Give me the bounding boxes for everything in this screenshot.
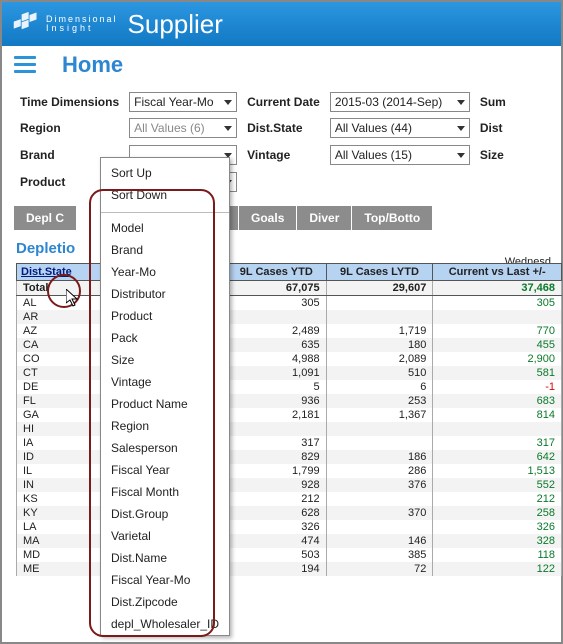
table-row[interactable]: MD503385118: [17, 548, 562, 562]
table-row[interactable]: AR: [17, 310, 562, 324]
table-row[interactable]: KY628370258: [17, 506, 562, 520]
hamburger-icon[interactable]: [14, 56, 36, 74]
menu-item-field[interactable]: Brand: [101, 239, 229, 261]
dropdown-time-dimensions[interactable]: Fiscal Year-Mo: [129, 92, 237, 112]
table-row[interactable]: KS212212: [17, 492, 562, 506]
tab-4[interactable]: Top/Botto: [352, 206, 432, 230]
label-dist: Dist: [476, 116, 510, 140]
table-row[interactable]: ID829186642: [17, 450, 562, 464]
menu-item-field[interactable]: Dist.Zipcode: [101, 591, 229, 613]
cube-logo-icon: [12, 10, 40, 38]
section-title: Depletio: [2, 230, 561, 263]
menu-item-sort[interactable]: Sort Up: [101, 162, 229, 184]
table-row[interactable]: IL1,7992861,513: [17, 464, 562, 478]
table-row[interactable]: FL936253683: [17, 394, 562, 408]
table-row[interactable]: CT1,091510581: [17, 366, 562, 380]
tab-2[interactable]: Goals: [239, 206, 296, 230]
menu-item-field[interactable]: Fiscal Year: [101, 459, 229, 481]
menu-item-field[interactable]: Salesperson: [101, 437, 229, 459]
logo: Dimensional Insight: [12, 10, 118, 38]
menu-item-field[interactable]: depl_Wholesaler_ID: [101, 613, 229, 635]
menu-item-field[interactable]: Varietal: [101, 525, 229, 547]
menu-item-field[interactable]: Fiscal Year-Mo: [101, 569, 229, 591]
table-row[interactable]: IN928376552: [17, 478, 562, 492]
menu-item-field[interactable]: Product Name: [101, 393, 229, 415]
table-row[interactable]: AL305305: [17, 296, 562, 311]
dropdown-region[interactable]: All Values (6): [129, 118, 237, 138]
table-row[interactable]: DE56-1: [17, 380, 562, 394]
nav-bar: Home: [2, 46, 561, 82]
table-row[interactable]: GA2,1811,367814: [17, 408, 562, 422]
table-row[interactable]: ME19472122: [17, 562, 562, 576]
table-row[interactable]: AZ2,4891,719770: [17, 324, 562, 338]
label-region: Region: [16, 116, 123, 140]
label-summary: Sum: [476, 90, 510, 114]
menu-item-field[interactable]: Model: [101, 217, 229, 239]
menu-item-field[interactable]: Size: [101, 349, 229, 371]
label-vintage: Vintage: [243, 142, 324, 167]
col-diff[interactable]: Current vs Last +/-: [433, 264, 562, 281]
table-row[interactable]: HI: [17, 422, 562, 436]
page-title[interactable]: Home: [62, 52, 123, 78]
table-row[interactable]: CA635180455: [17, 338, 562, 352]
brand-line2: Insight: [46, 24, 118, 33]
menu-item-sort[interactable]: Sort Down: [101, 184, 229, 206]
tab-3[interactable]: Diver: [297, 206, 351, 230]
menu-item-field[interactable]: Fiscal Month: [101, 481, 229, 503]
dropdown-current-date[interactable]: 2015-03 (2014-Sep): [330, 92, 470, 112]
menu-item-field[interactable]: Distributor: [101, 283, 229, 305]
title-bar: Dimensional Insight Supplier: [2, 2, 561, 46]
table-row[interactable]: CO4,9882,0892,900: [17, 352, 562, 366]
menu-item-field[interactable]: Region: [101, 415, 229, 437]
table-row[interactable]: LA326326: [17, 520, 562, 534]
label-current-date: Current Date: [243, 90, 324, 114]
dropdown-vintage[interactable]: All Values (15): [330, 145, 470, 165]
context-menu: Sort UpSort Down ModelBrandYear-MoDistri…: [100, 157, 230, 636]
menu-item-field[interactable]: Product: [101, 305, 229, 327]
menu-item-field[interactable]: Vintage: [101, 371, 229, 393]
dropdown-dist-state[interactable]: All Values (44): [330, 118, 470, 138]
filter-panel: Time Dimensions Fiscal Year-Mo Current D…: [2, 82, 561, 200]
data-grid: Dist.State 9L Cases YTD 9L Cases LYTD Cu…: [16, 263, 562, 576]
menu-item-field[interactable]: Dist.Group: [101, 503, 229, 525]
tab-bar: Depl C y Month Goals Diver Top/Botto: [2, 200, 561, 230]
app-name: Supplier: [128, 9, 223, 40]
label-dist-state: Dist.State: [243, 116, 324, 140]
menu-item-field[interactable]: Dist.Name: [101, 547, 229, 569]
col-dist-state[interactable]: Dist.State: [21, 266, 72, 278]
menu-divider: [101, 212, 229, 213]
menu-item-field[interactable]: Year-Mo: [101, 261, 229, 283]
col-ytd[interactable]: 9L Cases YTD: [227, 264, 327, 281]
label-size: Size: [476, 142, 510, 167]
menu-item-field[interactable]: Pack: [101, 327, 229, 349]
tab-0[interactable]: Depl C: [14, 206, 76, 230]
table-row[interactable]: IA317317: [17, 436, 562, 450]
label-time-dimensions: Time Dimensions: [16, 90, 123, 114]
total-row: Total67,07529,60737,468: [17, 281, 562, 296]
col-lytd[interactable]: 9L Cases LYTD: [326, 264, 433, 281]
table-row[interactable]: MA474146328: [17, 534, 562, 548]
